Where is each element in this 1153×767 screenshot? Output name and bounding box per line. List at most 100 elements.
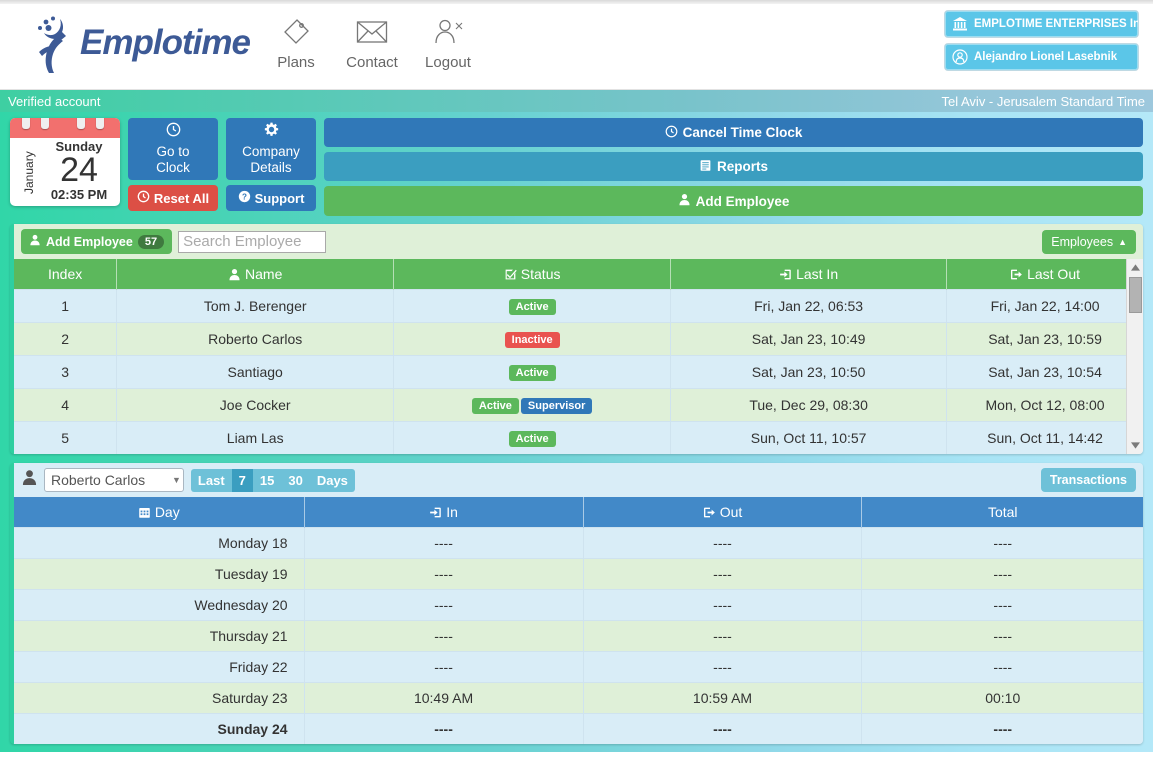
cell-out: ---- xyxy=(583,558,863,590)
envelope-icon xyxy=(334,12,410,52)
add-employee-wide-button[interactable]: Add Employee xyxy=(324,186,1143,216)
table-row[interactable]: Tuesday 19 ---- ---- ---- xyxy=(14,558,1143,590)
employees-toolbar: Add Employee 57 Employees ▲ xyxy=(14,224,1143,259)
app-root: Emplotime Plans Contact Logout EMPLOTIME… xyxy=(0,0,1153,767)
user-logout-icon xyxy=(410,12,486,52)
col-name[interactable]: Name xyxy=(116,259,395,290)
cell-name: Santiago xyxy=(116,355,395,389)
table-row[interactable]: 4 Joe Cocker Active Supervisor Tue, Dec 29, … xyxy=(14,388,1143,422)
cell-in: ---- xyxy=(304,620,584,652)
calendar-icon xyxy=(139,508,150,518)
employees-panel: Add Employee 57 Employees ▲ xyxy=(10,224,1143,454)
sign-out-icon xyxy=(703,507,715,518)
col-in[interactable]: In xyxy=(304,497,584,528)
nav-item-contact[interactable]: Contact xyxy=(334,8,410,71)
timezone-label: Tel Aviv - Jerusalem Standard Time xyxy=(941,93,1145,109)
cell-out: ---- xyxy=(583,713,863,744)
scroll-down-icon[interactable] xyxy=(1127,437,1143,454)
table-row[interactable]: 3 Santiago Active Sat, Jan 23, 10:50 Sat, Ja… xyxy=(14,355,1143,389)
table-row[interactable]: Sunday 24 ---- ---- ---- xyxy=(14,713,1143,744)
nav-item-logout[interactable]: Logout xyxy=(410,8,486,71)
app-logo[interactable]: Emplotime xyxy=(30,8,265,78)
cell-day: Monday 18 xyxy=(14,527,305,559)
range-option-7[interactable]: 7 xyxy=(231,468,253,492)
search-input[interactable] xyxy=(178,230,327,253)
cell-out: ---- xyxy=(583,589,863,621)
svg-text:?: ? xyxy=(242,192,247,201)
calendar-ring xyxy=(22,118,30,129)
table-row[interactable]: Thursday 21 ---- ---- ---- xyxy=(14,620,1143,652)
company-details-line1: Company xyxy=(242,144,300,159)
col-out-label: Out xyxy=(719,504,743,520)
cell-last-in: Sat, Jan 23, 10:49 xyxy=(670,322,948,356)
reset-all-button[interactable]: Reset All xyxy=(128,185,218,211)
calendar-ring xyxy=(96,118,104,129)
reports-button[interactable]: Reports xyxy=(324,152,1143,181)
clock-button-column: Go to Clock Reset All xyxy=(128,118,218,211)
sign-in-icon xyxy=(430,507,441,518)
status-badge: Active xyxy=(508,365,556,381)
range-option-30[interactable]: 30 xyxy=(281,468,310,492)
user-add-icon xyxy=(678,193,691,209)
clock-icon xyxy=(166,122,181,141)
verified-account-label: Verified account xyxy=(8,93,101,109)
table-row[interactable]: 5 Liam Las Active Sun, Oct 11, 10:57 Sun, Oc… xyxy=(14,421,1143,454)
cell-status: Active xyxy=(393,421,672,454)
cell-out: ---- xyxy=(583,620,863,652)
cell-out: ---- xyxy=(583,651,863,683)
col-last-in[interactable]: Last In xyxy=(670,259,948,290)
company-details-button[interactable]: Company Details xyxy=(226,118,316,180)
cell-name: Roberto Carlos xyxy=(116,322,395,356)
wide-action-column: Cancel Time Clock Reports Add Employee xyxy=(324,118,1143,216)
employees-scrollbar[interactable] xyxy=(1126,259,1143,454)
employee-select[interactable]: Roberto Carlos xyxy=(44,468,184,492)
cell-last-in: Sat, Jan 23, 10:50 xyxy=(670,355,948,389)
cell-day: Sunday 24 xyxy=(14,713,305,744)
col-status[interactable]: Status xyxy=(393,259,672,290)
cell-last-out: Fri, Jan 22, 14:00 xyxy=(946,289,1143,323)
add-employee-button[interactable]: Add Employee 57 xyxy=(21,229,173,254)
cancel-time-clock-button[interactable]: Cancel Time Clock xyxy=(324,118,1143,147)
table-row[interactable]: Monday 18 ---- ---- ---- xyxy=(14,527,1143,559)
company-button[interactable]: EMPLOTIME ENTERPRISES Indu xyxy=(944,10,1139,38)
table-row[interactable]: Saturday 23 10:49 AM 10:59 AM 00:10 xyxy=(14,682,1143,714)
employees-table: Index Name Status Last In Last Out 1 Tom… xyxy=(14,259,1143,454)
transactions-table: Day In Out Total Monday 18 ---- ---- ---… xyxy=(14,497,1143,744)
cancel-time-clock-label: Cancel Time Clock xyxy=(682,125,803,140)
employees-table-body: 1 Tom J. Berenger Active Fri, Jan 22, 06:53… xyxy=(14,289,1143,454)
table-row[interactable]: 1 Tom J. Berenger Active Fri, Jan 22, 06:53… xyxy=(14,289,1143,323)
transactions-toolbar: Roberto Carlos ▼ Last 7 15 30 Days Trans… xyxy=(14,463,1143,497)
col-total[interactable]: Total xyxy=(861,497,1143,528)
table-row[interactable]: Wednesday 20 ---- ---- ---- xyxy=(14,589,1143,621)
scroll-up-icon[interactable] xyxy=(1127,259,1143,276)
table-row[interactable]: 2 Roberto Carlos Inactive Sat, Jan 23, 10:4… xyxy=(14,322,1143,356)
support-button[interactable]: ? Support xyxy=(226,185,316,211)
user-button[interactable]: Alejandro Lionel Lasebnik xyxy=(944,43,1139,71)
nav-item-plans[interactable]: Plans xyxy=(258,8,334,71)
col-out[interactable]: Out xyxy=(583,497,863,528)
status-badge: Active xyxy=(508,431,556,447)
scrollbar-thumb[interactable] xyxy=(1129,277,1142,313)
range-option-15[interactable]: 15 xyxy=(252,468,282,492)
col-in-label: In xyxy=(446,504,458,520)
cell-index: 5 xyxy=(14,421,118,454)
transactions-toggle-button[interactable]: Transactions xyxy=(1040,468,1136,492)
cell-last-in: Fri, Jan 22, 06:53 xyxy=(670,289,948,323)
calendar-time: 02:35 PM xyxy=(50,187,108,202)
employees-toggle-button[interactable]: Employees ▲ xyxy=(1042,229,1136,254)
range-suffix-label: Days xyxy=(309,468,355,492)
table-row[interactable]: Friday 22 ---- ---- ---- xyxy=(14,651,1143,683)
cell-out: 10:59 AM xyxy=(583,682,863,714)
cell-day: Tuesday 19 xyxy=(14,558,305,590)
cell-total: ---- xyxy=(861,651,1143,683)
col-day[interactable]: Day xyxy=(14,497,305,528)
top-header: Emplotime Plans Contact Logout EMPLOTIME… xyxy=(0,0,1153,90)
employees-header-row: Index Name Status Last In Last Out xyxy=(14,259,1143,290)
go-to-clock-button[interactable]: Go to Clock xyxy=(128,118,218,180)
status-badge: Active xyxy=(508,299,556,315)
status-badge: Active xyxy=(471,398,519,414)
col-index[interactable]: Index xyxy=(14,259,118,290)
cell-in: ---- xyxy=(304,589,584,621)
col-last-out[interactable]: Last Out xyxy=(946,259,1143,290)
col-last-in-label: Last In xyxy=(796,266,839,282)
